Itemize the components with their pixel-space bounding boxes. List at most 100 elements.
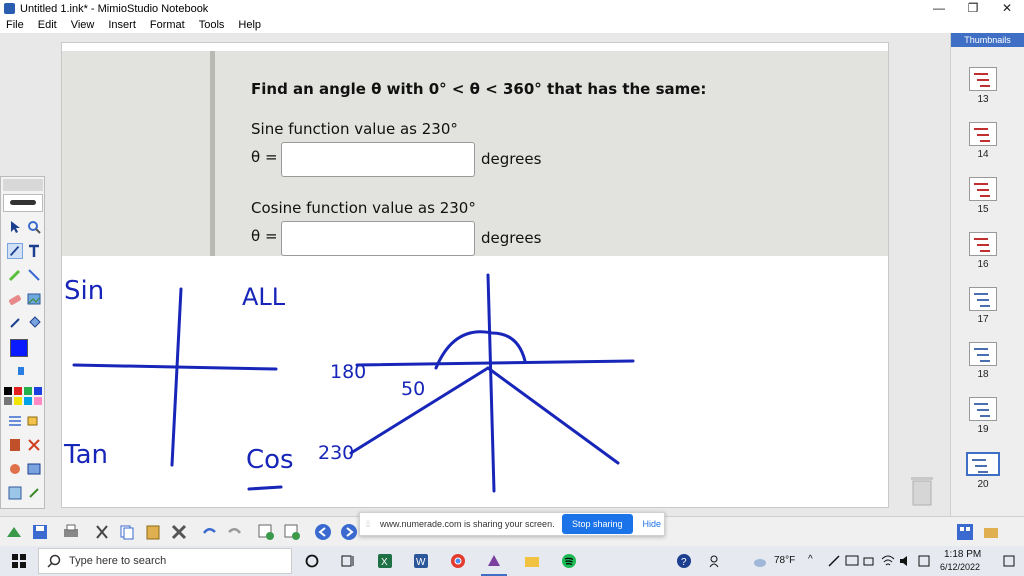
fill-bucket-icon[interactable] [26,315,42,331]
task-view-icon[interactable] [340,553,356,569]
page-thumbnail[interactable] [969,287,997,311]
screen-capture-icon[interactable] [26,461,42,477]
pen-tool-icon[interactable] [7,243,23,259]
previous-page-icon[interactable] [314,523,332,541]
line-tool-icon[interactable] [26,267,42,283]
menu-insert[interactable]: Insert [108,19,136,31]
menu-edit[interactable]: Edit [38,19,57,31]
add-page-icon[interactable] [257,523,275,541]
clock-time[interactable]: 1:18 PM [944,549,981,560]
shapes-icon[interactable] [26,413,42,429]
text-tool-icon[interactable] [26,243,42,259]
attachment-icon[interactable] [26,485,42,501]
menu-file[interactable]: File [6,19,24,31]
page-thumbnail[interactable] [969,177,997,201]
svg-text:X: X [381,557,388,568]
page-thumbnail[interactable] [969,342,997,366]
cortana-icon[interactable] [304,553,320,569]
thumbnails-view-icon[interactable] [956,523,974,541]
notebook-page[interactable]: Find an angle θ with 0° < θ < 360° that … [61,42,889,508]
ink-layer[interactable]: Sin ALL Tan Cos 180 50 230 [62,43,889,508]
weather-temperature[interactable]: 78°F [774,555,795,566]
notification-center-icon[interactable] [1001,553,1017,569]
paste-icon[interactable] [144,523,162,541]
minimize-button[interactable]: — [922,0,956,17]
copy-icon[interactable] [118,523,136,541]
tool-palette [0,176,45,509]
file-explorer-icon[interactable] [524,553,540,569]
swatch-yellow[interactable] [14,397,22,405]
image-icon[interactable] [26,291,42,307]
page-thumbnail[interactable] [969,67,997,91]
gallery-folder-icon[interactable] [982,523,1000,541]
chrome-icon[interactable] [450,553,466,569]
cut-icon[interactable] [93,523,111,541]
swatch-black[interactable] [4,387,12,395]
undo-icon[interactable] [200,523,218,541]
clock-date[interactable]: 6/12/2022 [940,562,980,572]
help-tray-icon[interactable]: ? [676,553,692,569]
delete-icon[interactable] [170,523,188,541]
page-thumbnail[interactable] [969,397,997,421]
tray-overflow-chevron-icon[interactable]: ^ [808,554,813,565]
select-arrow-icon[interactable] [7,219,23,235]
label-cos: Cos [246,445,294,475]
menu-view[interactable]: View [71,19,95,31]
next-page-icon[interactable] [340,523,358,541]
swatch-pink[interactable] [34,397,42,405]
tools-icon[interactable] [26,437,42,453]
swatch-gray[interactable] [4,397,12,405]
pen-preview [3,194,43,212]
swatch-cyan[interactable] [24,397,32,405]
recorder-icon[interactable] [7,437,23,453]
gallery-icon[interactable] [7,485,23,501]
stop-sharing-button[interactable]: Stop sharing [562,514,633,534]
line-width-slider[interactable] [18,367,24,375]
new-page-icon[interactable] [5,523,23,541]
taskbar-search-box[interactable]: Type here to search [38,548,292,574]
mimio-app-icon[interactable] [486,553,502,569]
page-thumbnail[interactable] [969,122,997,146]
hide-share-bar-link[interactable]: Hide [643,519,662,529]
weather-cloud-icon[interactable] [752,553,768,569]
windows-start-icon[interactable] [11,553,27,569]
word-icon[interactable]: W [413,553,429,569]
people-tray-icon[interactable] [708,553,724,569]
redo-icon[interactable] [226,523,244,541]
maximize-button[interactable]: ❐ [956,0,990,17]
title-bar: Untitled 1.ink* - MimioStudio Notebook —… [0,0,1024,17]
display-tray-icon[interactable] [844,553,860,569]
swatch-green[interactable] [24,387,32,395]
menu-help[interactable]: Help [238,19,261,31]
save-icon[interactable] [31,523,49,541]
meet-now-icon[interactable] [862,553,878,569]
menu-format[interactable]: Format [150,19,185,31]
grid-icon[interactable] [7,413,23,429]
spotlight-icon[interactable] [7,461,23,477]
cos-underline [247,485,283,491]
drag-grip-icon[interactable]: ⦙⦙ [366,519,376,530]
swatch-blue[interactable] [34,387,42,395]
current-color-swatch[interactable] [10,339,28,357]
svg-text:W: W [416,557,426,568]
angle-vertical-axis [486,273,496,493]
trash-icon[interactable] [908,472,936,506]
highlighter-icon[interactable] [7,267,23,283]
eyedropper-icon[interactable] [7,315,23,331]
ime-language-icon[interactable] [916,553,932,569]
page-thumbnail[interactable] [969,232,997,256]
volume-icon[interactable] [898,553,914,569]
swatch-red[interactable] [14,387,22,395]
menu-tools[interactable]: Tools [199,19,225,31]
zoom-icon[interactable] [26,219,42,235]
palette-header[interactable] [3,179,43,191]
page-thumbnail[interactable] [966,452,1000,476]
pen-tray-icon[interactable] [826,553,842,569]
eraser-icon[interactable] [7,291,23,307]
spotify-icon[interactable] [561,553,577,569]
wifi-icon[interactable] [880,553,896,569]
print-icon[interactable] [62,523,80,541]
close-button[interactable]: ✕ [990,0,1024,17]
duplicate-page-icon[interactable] [283,523,301,541]
excel-icon[interactable]: X [377,553,393,569]
